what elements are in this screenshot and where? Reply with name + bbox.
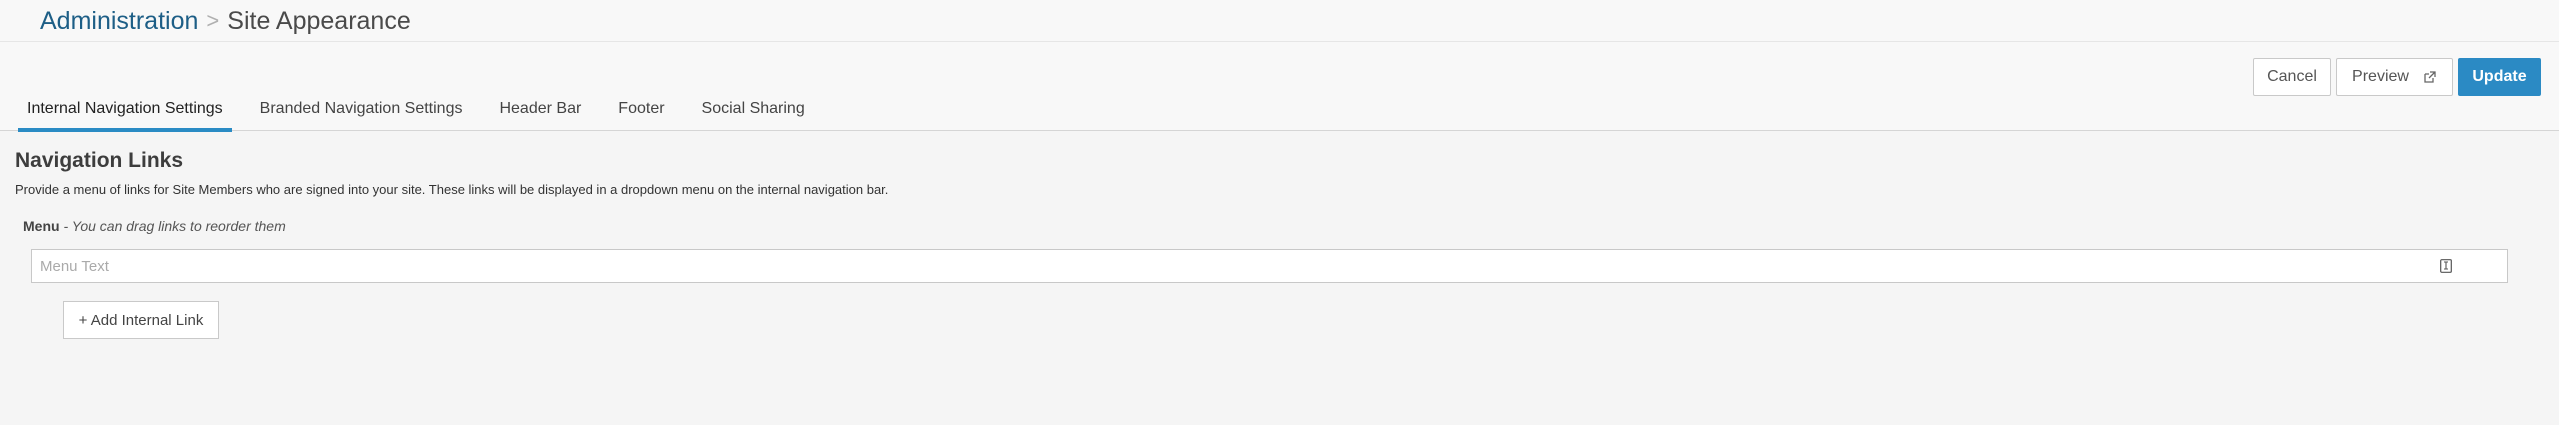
page-title: Site Appearance bbox=[227, 7, 411, 35]
menu-text-field bbox=[31, 249, 2508, 283]
menu-label: Menu - You can drag links to reorder the… bbox=[23, 217, 2535, 235]
section-title: Navigation Links bbox=[15, 149, 184, 172]
tab-bar: Internal Navigation Settings Branded Nav… bbox=[0, 42, 2559, 132]
add-internal-link-button[interactable]: + Add Internal Link bbox=[63, 301, 219, 339]
menu-label-text: Menu bbox=[23, 218, 60, 234]
tab-internal-navigation-settings[interactable]: Internal Navigation Settings bbox=[18, 98, 232, 132]
tab-list: Internal Navigation Settings Branded Nav… bbox=[18, 98, 833, 132]
add-internal-link-label: + Add Internal Link bbox=[78, 311, 204, 329]
text-field-icon bbox=[2440, 259, 2452, 273]
breadcrumb-administration-link[interactable]: Administration bbox=[40, 7, 198, 35]
tab-social-sharing[interactable]: Social Sharing bbox=[693, 98, 814, 128]
breadcrumb-separator-icon: > bbox=[206, 8, 220, 33]
menu-drag-hint: - You can drag links to reorder them bbox=[63, 218, 286, 234]
cancel-button-label: Cancel bbox=[2267, 68, 2317, 85]
section-description: Provide a menu of links for Site Members… bbox=[15, 182, 889, 197]
action-buttons: Cancel Preview Update bbox=[2253, 58, 2541, 96]
tab-header-bar[interactable]: Header Bar bbox=[490, 98, 590, 128]
preview-button[interactable]: Preview bbox=[2336, 58, 2453, 96]
preview-button-label: Preview bbox=[2352, 68, 2409, 85]
menu-text-input[interactable] bbox=[32, 250, 2448, 282]
top-bar: Administration > Site Appearance bbox=[0, 0, 2559, 42]
tab-branded-navigation-settings[interactable]: Branded Navigation Settings bbox=[251, 98, 472, 128]
cancel-button[interactable]: Cancel bbox=[2253, 58, 2331, 96]
navigation-links-section: Navigation Links Provide a menu of links… bbox=[15, 148, 2535, 339]
breadcrumb: Administration > Site Appearance bbox=[40, 6, 411, 36]
tab-footer[interactable]: Footer bbox=[609, 98, 673, 128]
update-button[interactable]: Update bbox=[2458, 58, 2541, 96]
update-button-label: Update bbox=[2472, 68, 2527, 85]
external-link-icon bbox=[2424, 71, 2436, 83]
